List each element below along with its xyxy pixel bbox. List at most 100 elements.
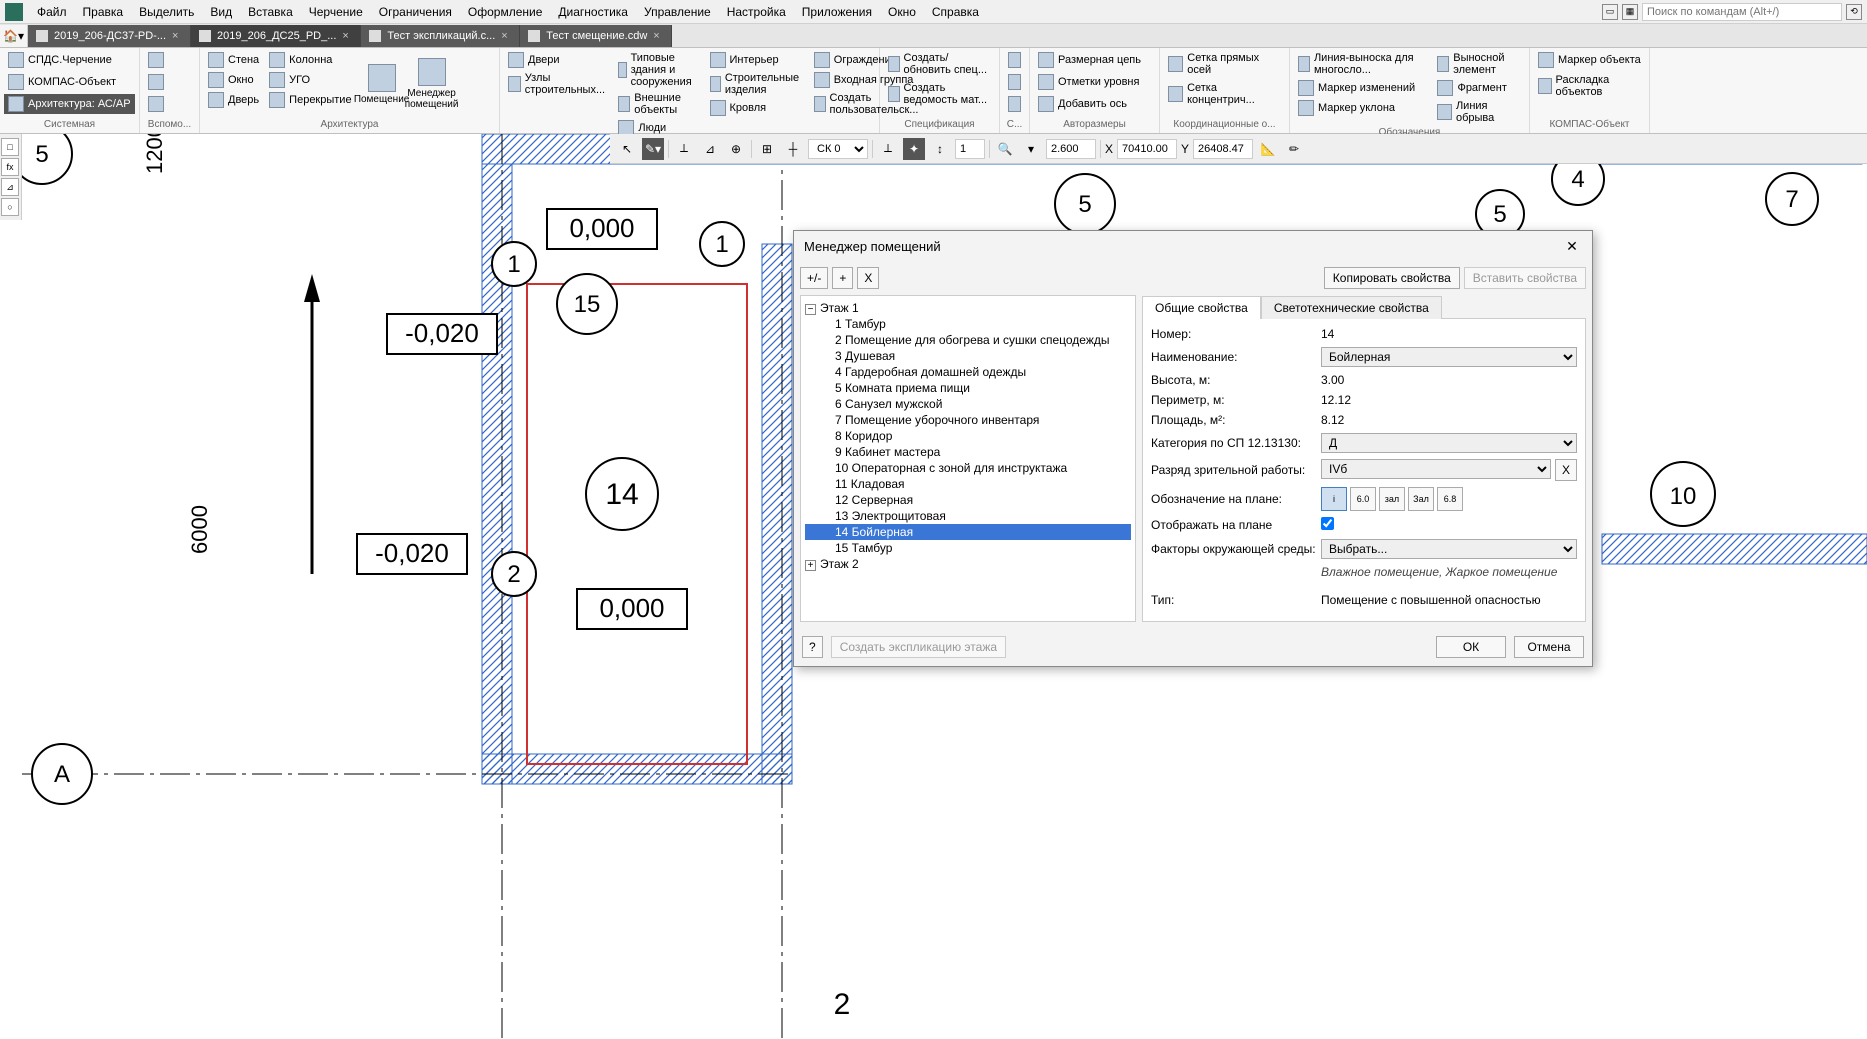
menu-select[interactable]: Выделить — [131, 2, 202, 22]
rbtn-slope-marker[interactable]: Маркер уклона — [1294, 98, 1431, 118]
btn-plus[interactable]: + — [832, 267, 853, 289]
room-item[interactable]: 10 Операторная с зоной для инструктажа — [805, 460, 1131, 476]
home-button[interactable]: 🏠▾ — [0, 25, 28, 47]
mark-style-3[interactable]: зал — [1379, 487, 1405, 511]
menu-manage[interactable]: Управление — [636, 2, 719, 22]
tool-grid[interactable]: ⊞ — [756, 138, 778, 160]
room-item[interactable]: 9 Кабинет мастера — [805, 444, 1131, 460]
side-tool-4[interactable]: ○ — [1, 198, 19, 216]
rbtn-room[interactable]: Помещение — [358, 50, 406, 118]
rbtn-doors[interactable]: Двери — [504, 50, 612, 70]
menu-draw[interactable]: Черчение — [301, 2, 371, 22]
rbtn-grid-straight[interactable]: Сетка прямых осей — [1164, 50, 1285, 78]
show-checkbox[interactable] — [1321, 517, 1334, 530]
close-icon[interactable]: × — [342, 30, 352, 42]
btn-help[interactable]: ? — [802, 636, 823, 658]
zoom-field[interactable] — [1046, 139, 1096, 159]
room-item[interactable]: 4 Гардеробная домашней одежды — [805, 364, 1131, 380]
rbtn-room-manager[interactable]: Менеджер помещений — [408, 50, 456, 118]
close-icon[interactable]: × — [172, 30, 182, 42]
mark-style-5[interactable]: 6.8 — [1437, 487, 1463, 511]
floor-label[interactable]: Этаж 2 — [820, 557, 859, 571]
btn-plusminus[interactable]: +/- — [800, 267, 828, 289]
dialog-close[interactable]: ✕ — [1562, 238, 1582, 255]
tool-pen[interactable]: ✎▾ — [642, 138, 664, 160]
rbtn-products[interactable]: Строительные изделия — [706, 70, 808, 98]
room-item[interactable]: 1 Тамбур — [805, 316, 1131, 332]
tool-zoom-drop[interactable]: ▾ — [1020, 138, 1042, 160]
doc-tab-2[interactable]: Тест экспликаций.c...× — [361, 25, 520, 47]
rbtn-door[interactable]: Дверь — [204, 90, 263, 110]
rbtn-dim-chain[interactable]: Размерная цепь — [1034, 50, 1155, 70]
rbtn-s3[interactable] — [1004, 94, 1025, 114]
menu-edit[interactable]: Правка — [75, 2, 132, 22]
room-item[interactable]: 11 Кладовая — [805, 476, 1131, 492]
env-select[interactable]: Выбрать... — [1321, 539, 1577, 559]
close-icon[interactable]: × — [653, 30, 663, 42]
rbtn-roof[interactable]: Кровля — [706, 98, 808, 118]
mark-style-4[interactable]: Зал — [1408, 487, 1434, 511]
room-item[interactable]: 15 Тамбур — [805, 540, 1131, 556]
rbtn-spds[interactable]: СПДС.Черчение — [4, 50, 135, 70]
rank-clear[interactable]: X — [1555, 459, 1577, 481]
rbtn-arch[interactable]: Архитектура: АС/АР — [4, 94, 135, 114]
menu-settings[interactable]: Настройка — [719, 2, 794, 22]
tool-edit[interactable]: ✏ — [1283, 138, 1305, 160]
y-field[interactable] — [1193, 139, 1253, 159]
rbtn-s1[interactable] — [1004, 50, 1025, 70]
rbtn-grid-conc[interactable]: Сетка концентрич... — [1164, 80, 1285, 108]
rbtn-slab[interactable]: Перекрытие — [265, 90, 355, 110]
floor-label[interactable]: Этаж 1 — [820, 301, 859, 315]
room-item[interactable]: 6 Санузел мужской — [805, 396, 1131, 412]
rank-select[interactable]: IVб — [1321, 459, 1551, 479]
tool-ortho[interactable]: ⟂ — [877, 138, 899, 160]
rbtn-ugo[interactable]: УГО — [265, 70, 355, 90]
room-item[interactable]: 2 Помещение для обогрева и сушки спецоде… — [805, 332, 1131, 348]
menu-file[interactable]: Файл — [29, 2, 75, 22]
tool-cursor[interactable]: ↖ — [616, 138, 638, 160]
rbtn-change-marker[interactable]: Маркер изменений — [1294, 78, 1431, 98]
rbtn-break[interactable]: Линия обрыва — [1433, 98, 1525, 126]
side-tool-2[interactable]: fx — [1, 158, 19, 176]
tool-snap2[interactable]: ⊿ — [699, 138, 721, 160]
rbtn-kompas[interactable]: КОМПАС-Объект — [4, 72, 135, 92]
btn-x[interactable]: X — [857, 267, 879, 289]
mark-style-1[interactable]: i — [1321, 487, 1347, 511]
close-icon[interactable]: × — [501, 30, 511, 42]
rbtn-spec1[interactable]: Создать/обновить спец... — [884, 50, 995, 78]
side-tool-3[interactable]: ⊿ — [1, 178, 19, 196]
rbtn-obj-marker[interactable]: Маркер объекта — [1534, 50, 1645, 70]
room-item-selected[interactable]: 14 Бойлерная — [805, 524, 1131, 540]
menu-window[interactable]: Окно — [880, 2, 924, 22]
cat-select[interactable]: Д — [1321, 433, 1577, 453]
menu-view[interactable]: Вид — [202, 2, 240, 22]
room-item[interactable]: 8 Коридор — [805, 428, 1131, 444]
rbtn-window[interactable]: Окно — [204, 70, 263, 90]
rbtn-spec2[interactable]: Создать ведомость мат... — [884, 80, 995, 108]
mark-style-2[interactable]: 6.0 — [1350, 487, 1376, 511]
rbtn-callout[interactable]: Выносной элемент — [1433, 50, 1525, 78]
collapse-icon[interactable]: − — [805, 304, 816, 315]
tool-snap1[interactable]: ⟂ — [673, 138, 695, 160]
doc-tab-3[interactable]: Тест смещение.cdw× — [520, 25, 672, 47]
command-search[interactable] — [1642, 3, 1842, 21]
room-item[interactable]: 12 Серверная — [805, 492, 1131, 508]
rbtn-aux2[interactable] — [144, 72, 195, 92]
expand-icon[interactable]: + — [805, 560, 816, 571]
rbtn-aux1[interactable] — [144, 50, 195, 70]
room-item[interactable]: 7 Помещение уборочного инвентаря — [805, 412, 1131, 428]
rbtn-nodes[interactable]: Узлы строительных... — [504, 70, 612, 98]
tool-measure[interactable]: 📐 — [1257, 138, 1279, 160]
tool-zoom[interactable]: 🔍 — [994, 138, 1016, 160]
menu-help[interactable]: Справка — [924, 2, 987, 22]
rbtn-wall[interactable]: Стена — [204, 50, 263, 70]
rbtn-external[interactable]: Внешние объекты — [614, 90, 703, 118]
rbtn-interior[interactable]: Интерьер — [706, 50, 808, 70]
menu-format[interactable]: Оформление — [460, 2, 550, 22]
menu-diagnostics[interactable]: Диагностика — [550, 2, 636, 22]
tool-step[interactable]: ↕ — [929, 138, 951, 160]
rbtn-layout[interactable]: Раскладка объектов — [1534, 72, 1645, 100]
menu-apps[interactable]: Приложения — [794, 2, 880, 22]
side-tool-1[interactable]: □ — [1, 138, 19, 156]
rbtn-add-axis[interactable]: Добавить ось — [1034, 94, 1155, 114]
